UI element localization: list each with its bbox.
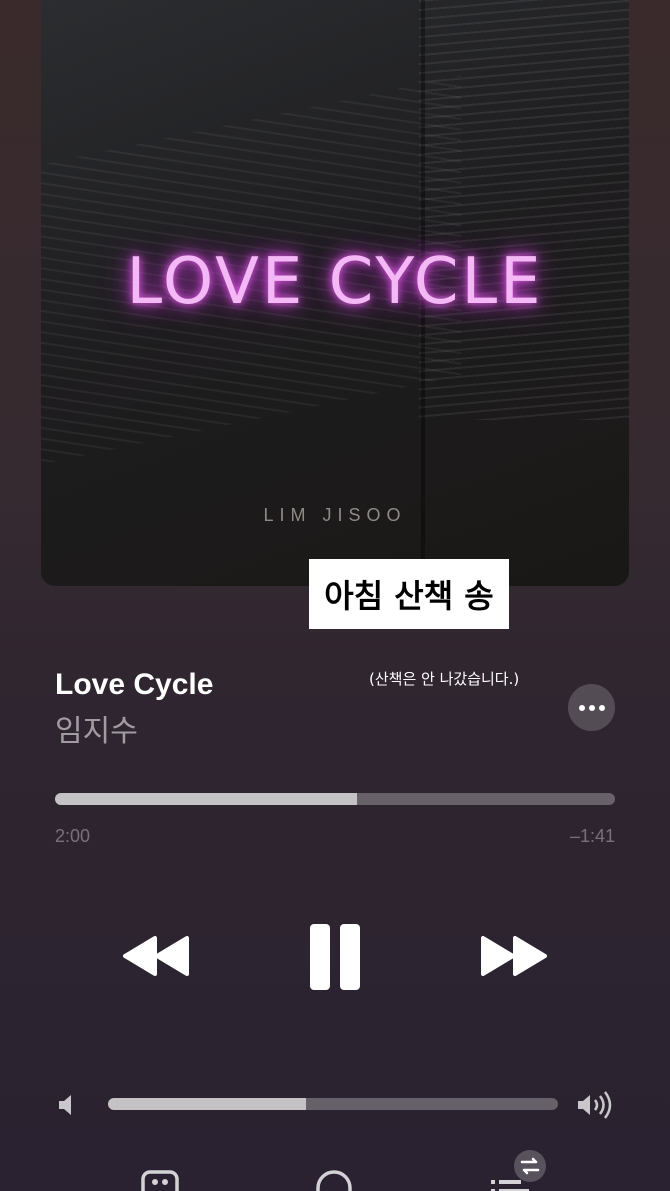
lyrics-button[interactable] (141, 1168, 179, 1191)
elapsed-time: 2:00 (55, 826, 91, 846)
fast-forward-button[interactable] (475, 930, 555, 982)
playback-progress-bar[interactable] (55, 793, 615, 805)
album-title: LOVE CYCLE (126, 245, 544, 319)
album-artist: LIM JISOO (263, 505, 407, 525)
volume-slider[interactable] (108, 1098, 558, 1110)
lyrics-quote-icon (141, 1170, 179, 1191)
rewind-icon (123, 936, 189, 976)
song-title: Love Cycle (55, 668, 214, 701)
pause-icon (310, 924, 360, 990)
remaining-time: –1:41 (569, 826, 615, 846)
speaker-high-icon (576, 1090, 614, 1120)
fast-forward-icon (481, 936, 547, 976)
airplay-icon (316, 1170, 352, 1191)
rewind-button[interactable] (115, 930, 195, 982)
album-window-blinds (419, 0, 629, 420)
progress-fill (55, 793, 358, 805)
speaker-low-icon (57, 1092, 79, 1118)
more-options-button[interactable] (568, 684, 615, 731)
song-artist[interactable]: 임지수 (55, 706, 138, 750)
caption-note: (산책은 안 나갔습니다.) (369, 670, 520, 688)
caption-overlay: 아침 산책 송 (309, 559, 509, 629)
album-artwork: LOVE CYCLE LIM JISOO (41, 0, 629, 586)
airplay-button[interactable] (314, 1168, 354, 1191)
queue-button[interactable] (488, 1150, 550, 1191)
queue-list-icon (491, 1150, 546, 1191)
pause-button[interactable] (300, 918, 370, 996)
ellipsis-icon (578, 704, 605, 711)
volume-fill (108, 1098, 306, 1110)
